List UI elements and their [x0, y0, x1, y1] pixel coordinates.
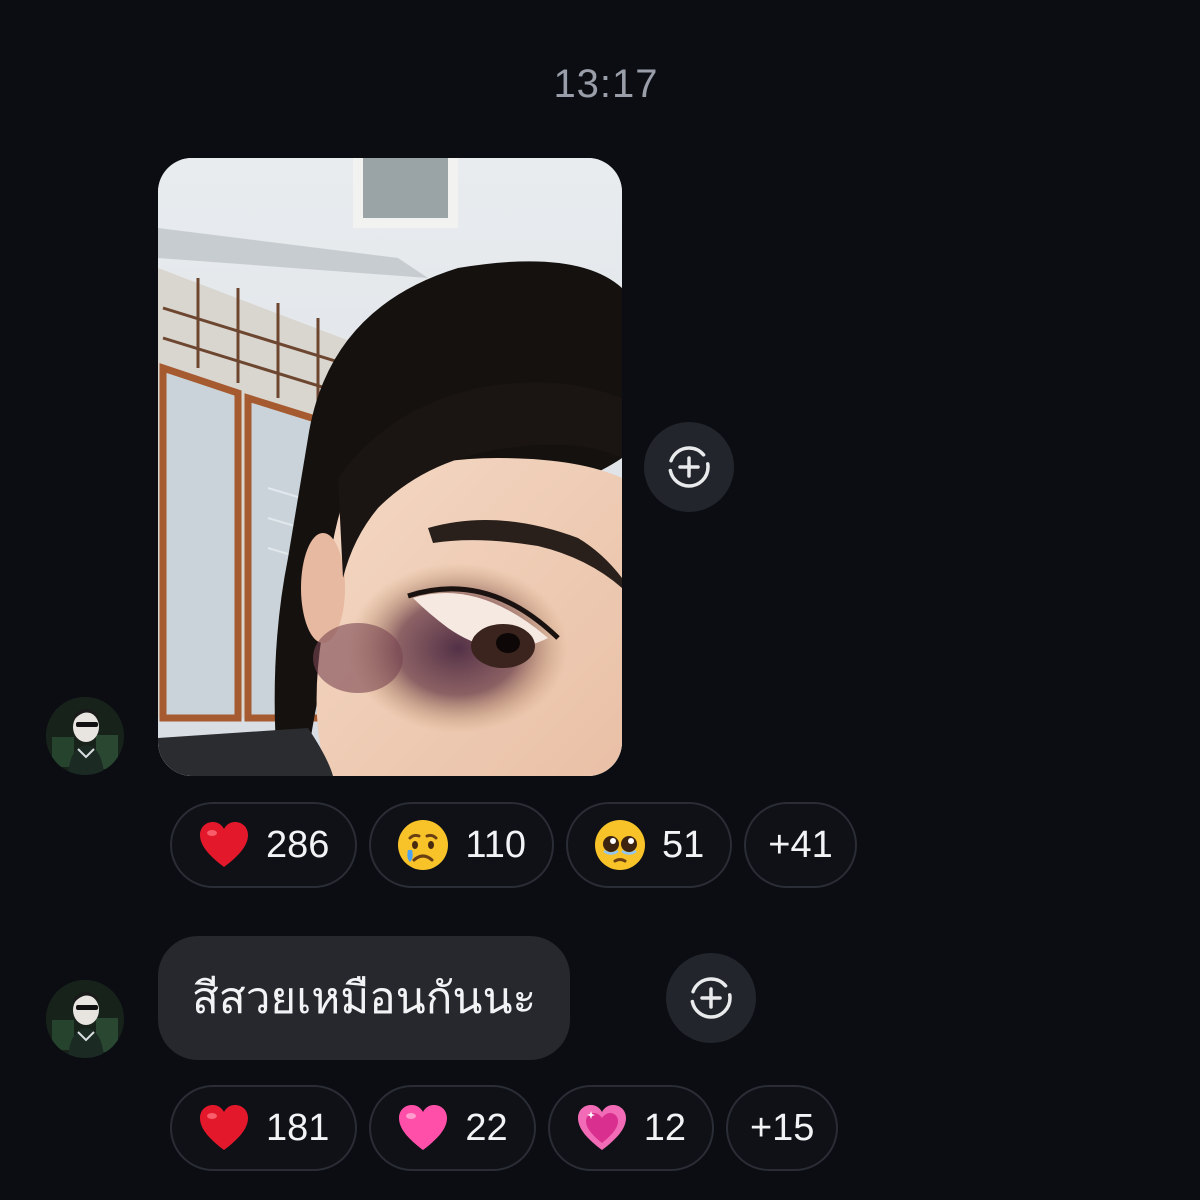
crying-face-icon [395, 817, 451, 873]
reaction-count: 110 [465, 823, 526, 866]
reaction-count: 286 [266, 823, 330, 866]
add-reaction-button[interactable] [666, 953, 756, 1043]
reaction-pill-sparkling-heart[interactable]: 12 [547, 1085, 714, 1171]
message-bubble[interactable]: สีสวยเหมือนกันนะ [158, 936, 571, 1060]
message-text: สีสวยเหมือนกันนะ [192, 973, 537, 1024]
reaction-count: 22 [465, 1106, 508, 1149]
more-reactions-button[interactable]: +41 [744, 802, 857, 888]
reaction-count: 51 [662, 823, 705, 866]
add-reaction-icon [668, 446, 710, 488]
reaction-pill-red-heart[interactable]: 181 [170, 1085, 358, 1171]
add-reaction-icon [690, 977, 732, 1019]
red-heart-icon [196, 817, 252, 873]
sparkling-heart-icon [574, 1100, 630, 1156]
chat-screen: 13:17 286 110 51 +41 สีสวยเหมือนกันนะ 18… [0, 0, 1200, 1200]
reaction-count: 181 [266, 1106, 330, 1149]
pink-heart-icon [395, 1100, 451, 1156]
sender-avatar[interactable] [46, 980, 124, 1058]
add-reaction-button[interactable] [644, 422, 734, 512]
reaction-pill-crying-face[interactable]: 110 [369, 802, 554, 888]
reaction-pill-pleading-face[interactable]: 51 [566, 802, 733, 888]
reaction-count: 12 [643, 1106, 686, 1149]
more-reactions-count: +41 [768, 823, 833, 866]
reaction-bar: 181 22 12 +15 [170, 1085, 839, 1171]
message-timestamp: 13:17 [553, 62, 659, 106]
more-reactions-count: +15 [749, 1106, 815, 1149]
shared-photo[interactable] [158, 158, 622, 776]
reaction-pill-red-heart[interactable]: 286 [170, 802, 358, 888]
reaction-pill-pink-heart[interactable]: 22 [369, 1085, 536, 1171]
sender-avatar[interactable] [46, 697, 124, 775]
reaction-bar: 286 110 51 +41 [170, 802, 857, 888]
pleading-face-icon [592, 817, 648, 873]
red-heart-icon [196, 1100, 252, 1156]
more-reactions-button[interactable]: +15 [725, 1085, 839, 1171]
